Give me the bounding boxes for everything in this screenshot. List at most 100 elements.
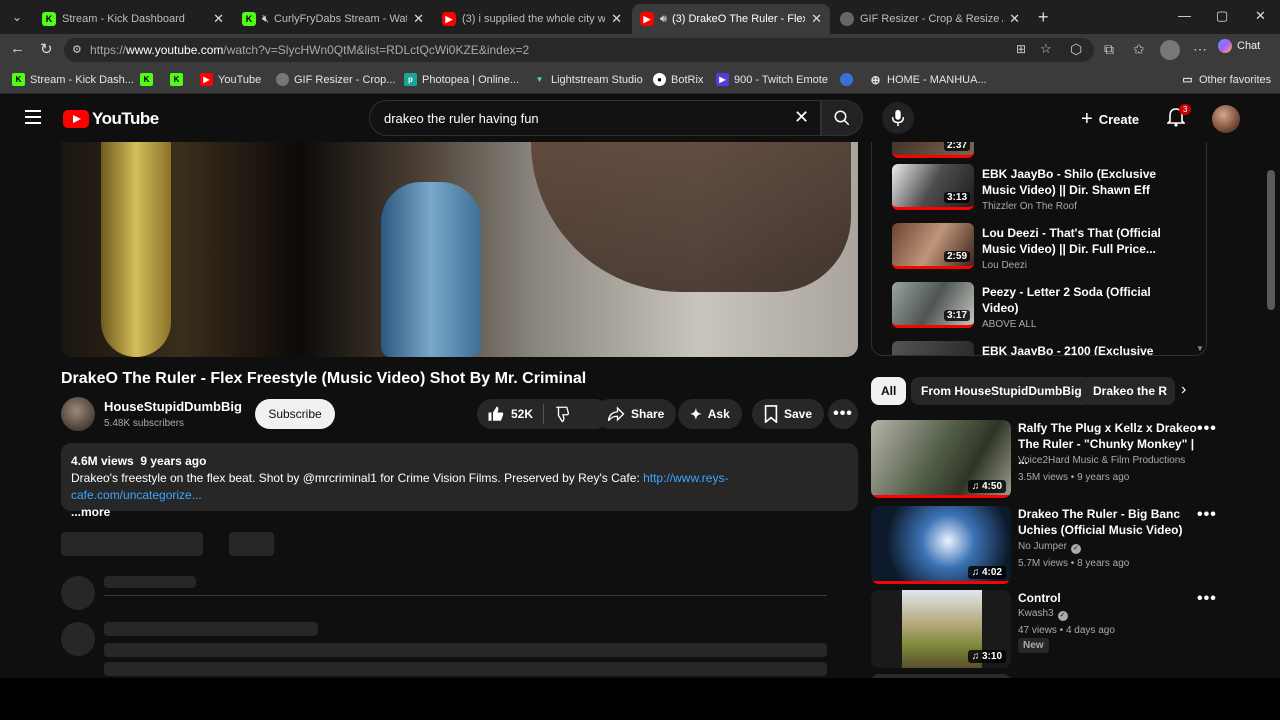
recommendation-channel: Kwash3 ✓: [1018, 608, 1068, 621]
search-input[interactable]: drakeo the ruler having fun ✕: [369, 100, 821, 136]
more-actions-button[interactable]: •••: [828, 399, 858, 429]
like-button[interactable]: 52K: [477, 399, 543, 429]
recommendation-item[interactable]: ♫ 4:50 Ralfy The Plug x Kellz x Drakeo T…: [871, 420, 1216, 500]
bookmark-kick-1[interactable]: K: [140, 73, 158, 86]
site-info-icon[interactable]: ⚙: [72, 43, 82, 56]
more-vertical-icon[interactable]: •••: [1197, 506, 1217, 524]
kick-icon: K: [12, 73, 25, 86]
tab-gif-resizer[interactable]: GIF Resizer - Crop & Resize Anim ✕: [832, 4, 1028, 34]
channel-avatar[interactable]: [61, 397, 95, 431]
subscribe-button[interactable]: Subscribe: [255, 399, 335, 429]
copilot-icon: [1218, 39, 1232, 53]
account-avatar[interactable]: [1212, 105, 1240, 133]
dislike-button[interactable]: [544, 399, 582, 429]
video-player[interactable]: [61, 142, 858, 357]
address-bar[interactable]: ⚙ https://www.youtube.com/watch?v=SlycHW…: [64, 38, 1094, 62]
copilot-chat-button[interactable]: Chat: [1218, 39, 1260, 53]
tab-youtube-drakeo[interactable]: ▶ 🔊︎ (3) DrakeO The Ruler - Flex Fr ✕: [632, 4, 830, 34]
close-window-icon[interactable]: ✕: [1255, 8, 1266, 24]
bookmark-lightstream[interactable]: ▼ Lightstream Studio: [533, 73, 643, 86]
create-button[interactable]: + Create: [1081, 108, 1139, 131]
close-tab-icon[interactable]: ✕: [1009, 11, 1020, 27]
playlist-item-title: EBK JaayBo - Shilo (Exclusive Music Vide…: [982, 167, 1157, 197]
description-box[interactable]: 4.6M views 9 years ago Drakeo's freestyl…: [61, 443, 858, 519]
tab-youtube-city[interactable]: ▶ (3) i supplied the whole city with st …: [434, 4, 630, 34]
comments-skeleton-sort: [229, 532, 274, 556]
comment-skeleton-divider: [104, 595, 827, 596]
recommendation-item[interactable]: ♫ 3:10 Control Kwash3 ✓ 47 views • 4 days…: [871, 590, 1216, 670]
channel-name[interactable]: HouseStupidDumbBig: [104, 399, 242, 414]
tab-title: (3) i supplied the whole city with st: [462, 13, 606, 25]
favorites-icon[interactable]: ✩: [1133, 41, 1145, 58]
playlist-item[interactable]: 3:13 EBK JaayBo - Shilo (Exclusive Music…: [892, 164, 1192, 214]
verified-check-icon: ✓: [1057, 611, 1068, 621]
search-button[interactable]: [821, 100, 863, 136]
split-screen-icon[interactable]: ⧉: [1104, 41, 1114, 58]
more-options-icon[interactable]: ⋯: [1193, 41, 1207, 58]
kick-icon: K: [42, 12, 56, 26]
tab-actions-menu-icon[interactable]: ⌄: [6, 6, 28, 28]
tab-kick-stream[interactable]: K 🔇︎ CurlyFryDabs Stream - Watch ✕: [234, 4, 432, 34]
notifications-button[interactable]: 3: [1166, 104, 1192, 132]
bookmark-manhua[interactable]: ⊕ HOME - MANHUA...: [869, 73, 986, 87]
more-vertical-icon[interactable]: •••: [1197, 420, 1217, 438]
tab-title: (3) DrakeO The Ruler - Flex Fr: [671, 13, 805, 25]
voice-search-button[interactable]: [882, 102, 914, 134]
extensions-icon[interactable]: ⬡: [1070, 41, 1082, 58]
bookmark-blank[interactable]: [840, 73, 858, 86]
bookmark-photopea[interactable]: p Photopea | Online...: [404, 73, 519, 86]
duration-badge: 2:59: [943, 251, 970, 262]
playlist-item[interactable]: 2:37: [892, 142, 1192, 162]
duration-badge: ♫ 3:10: [967, 650, 1006, 663]
muted-speaker-icon[interactable]: 🔇︎: [262, 13, 269, 26]
youtube-logo[interactable]: YouTube: [63, 109, 159, 129]
other-favorites[interactable]: ▭ Other favorites: [1181, 73, 1271, 87]
playlist-item[interactable]: 3:17 Peezy - Letter 2 Soda (Official Vid…: [892, 282, 1192, 332]
watch-progress-bar: [871, 495, 1011, 498]
close-tab-icon[interactable]: ✕: [413, 11, 424, 27]
search-icon: [834, 110, 850, 126]
bookmark-twitch-emote[interactable]: ▶ 900 - Twitch Emote: [716, 73, 828, 86]
show-more-link[interactable]: ...more: [71, 504, 848, 521]
chip-from-channel[interactable]: From HouseStupidDumbBig: [911, 377, 1092, 405]
minimize-icon[interactable]: —: [1178, 8, 1191, 23]
more-vertical-icon[interactable]: •••: [1197, 590, 1217, 608]
playlist-item[interactable]: 2:59 Lou Deezi - That's That (Official M…: [892, 223, 1192, 273]
chevron-right-icon[interactable]: ›: [1181, 381, 1186, 399]
chip-all[interactable]: All: [871, 377, 907, 405]
duration-badge: ♫ 4:02: [967, 566, 1006, 579]
clear-search-icon[interactable]: ✕: [794, 107, 809, 128]
duration-badge: 3:17: [943, 310, 970, 321]
bookmark-kick-dashboard[interactable]: K Stream - Kick Dash...: [12, 73, 134, 86]
taskbar-strip: [0, 678, 1280, 720]
comment-skeleton-line: [104, 643, 827, 657]
close-tab-icon[interactable]: ✕: [811, 11, 822, 27]
back-icon[interactable]: ←: [10, 40, 25, 57]
save-button[interactable]: Save: [752, 399, 825, 429]
speaker-icon[interactable]: 🔊︎: [660, 13, 667, 26]
close-tab-icon[interactable]: ✕: [213, 11, 224, 27]
recommendation-item[interactable]: ♫ 4:02 Drakeo The Ruler - Big Banc Uchie…: [871, 506, 1216, 586]
bookmark-botrix[interactable]: ● BotRix: [653, 73, 703, 86]
new-tab-icon[interactable]: +: [1038, 7, 1049, 28]
scrollbar-thumb[interactable]: [1267, 170, 1275, 310]
profile-icon[interactable]: [1160, 40, 1180, 60]
menu-icon[interactable]: [25, 110, 41, 124]
create-label: Create: [1098, 112, 1140, 127]
chip-drakeo[interactable]: Drakeo the R: [1083, 377, 1175, 405]
app-available-icon[interactable]: ⊞: [1016, 42, 1026, 56]
favorite-star-icon[interactable]: ☆: [1040, 41, 1052, 57]
ask-button[interactable]: ✦ Ask: [678, 399, 742, 429]
playlist-item[interactable]: EBK JaayBo - 2100 (Exclusive: [892, 341, 1192, 355]
refresh-icon[interactable]: ↻: [40, 40, 53, 58]
maximize-icon[interactable]: ▢: [1216, 8, 1228, 24]
playlist-scroll-down-icon[interactable]: ▼: [1196, 344, 1204, 353]
recommendation-thumbnail: ♫ 4:02: [871, 506, 1011, 584]
bookmark-gif-resizer[interactable]: GIF Resizer - Crop...: [276, 73, 395, 86]
bookmark-youtube[interactable]: ▶ YouTube: [200, 73, 261, 86]
bookmark-kick-2[interactable]: K: [170, 73, 188, 86]
share-button[interactable]: Share: [595, 399, 677, 429]
close-tab-icon[interactable]: ✕: [611, 11, 622, 27]
thumbs-down-icon: [556, 406, 570, 423]
tab-kick-dashboard[interactable]: K Stream - Kick Dashboard ✕: [34, 4, 232, 34]
